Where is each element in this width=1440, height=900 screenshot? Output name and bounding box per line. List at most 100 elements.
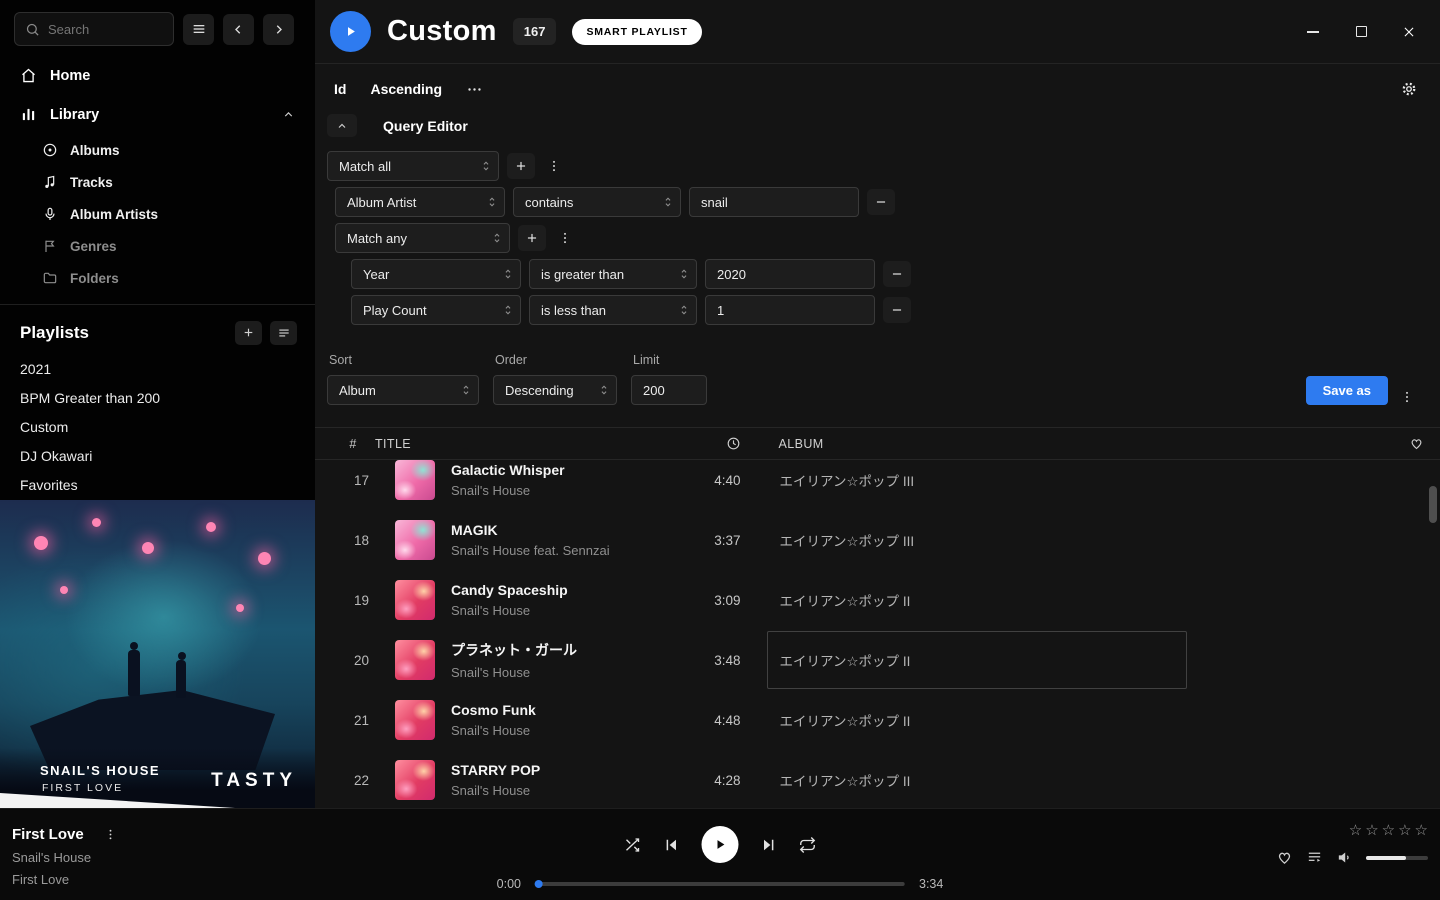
table-row[interactable]: 22 STARRY POP Snail's House 4:28 エイリアン☆ポ… — [315, 750, 1440, 808]
chevron-up-icon[interactable] — [282, 108, 295, 121]
duration-clock-icon[interactable] — [726, 436, 741, 451]
play-playlist-button[interactable] — [330, 11, 371, 52]
album-cell[interactable]: エイリアン☆ポップ II — [767, 751, 1187, 808]
column-header-number[interactable]: # — [331, 437, 375, 451]
queue-icon[interactable] — [1306, 849, 1323, 866]
playlist-item[interactable]: Custom — [0, 413, 315, 442]
table-row[interactable]: 18 MAGIK Snail's House feat. Sennzai 3:3… — [315, 510, 1440, 570]
album-art-thumbnail[interactable] — [395, 520, 435, 560]
sidebar-item-tracks[interactable]: Tracks — [0, 166, 315, 198]
table-row[interactable]: 17 Galactic Whisper Snail's House 4:40 エ… — [315, 460, 1440, 510]
scrollbar-thumb[interactable] — [1429, 486, 1437, 523]
playlist-item[interactable]: DJ Okawari — [0, 442, 315, 471]
remove-rule-button[interactable] — [867, 189, 895, 215]
rule-operator-select[interactable]: is greater than — [529, 259, 697, 289]
nav-back-button[interactable] — [223, 14, 254, 45]
sidebar-item-home[interactable]: Home — [0, 56, 315, 95]
rule-field-select[interactable]: Play Count — [351, 295, 521, 325]
more-options-icon[interactable] — [466, 81, 483, 98]
track-title[interactable]: STARRY POP — [439, 762, 677, 778]
match-select[interactable]: Match all — [327, 151, 499, 181]
sidebar-item-albums[interactable]: Albums — [0, 134, 315, 166]
track-artist[interactable]: Snail's House feat. Sennzai — [439, 543, 677, 558]
now-playing-album[interactable]: First Love — [12, 872, 121, 887]
table-row[interactable]: 19 Candy Spaceship Snail's House 3:09 エイ… — [315, 570, 1440, 630]
album-art-thumbnail[interactable] — [395, 640, 435, 680]
limit-input[interactable] — [631, 375, 707, 405]
now-playing-artist[interactable]: Snail's House — [12, 850, 121, 865]
playlist-list-button[interactable] — [270, 321, 297, 345]
add-playlist-button[interactable] — [235, 321, 262, 345]
favorite-heart-icon[interactable] — [1276, 849, 1293, 866]
shuffle-button[interactable] — [624, 836, 642, 854]
nav-forward-button[interactable] — [263, 14, 294, 45]
rule-field-select[interactable]: Album Artist — [335, 187, 505, 217]
next-track-button[interactable] — [760, 836, 778, 854]
group-options-kebab-icon[interactable] — [554, 230, 576, 246]
search-box[interactable] — [14, 12, 174, 46]
now-playing-kebab-icon[interactable] — [100, 827, 121, 842]
add-rule-button[interactable] — [507, 153, 535, 179]
repeat-button[interactable] — [799, 836, 817, 854]
track-artist[interactable]: Snail's House — [439, 665, 677, 680]
sidebar-item-genres[interactable]: Genres — [0, 230, 315, 262]
add-rule-button[interactable] — [518, 225, 546, 251]
column-header-album[interactable]: ALBUM — [775, 437, 1187, 451]
order-select[interactable]: Descending — [493, 375, 617, 405]
group-options-kebab-icon[interactable] — [543, 158, 565, 174]
track-title[interactable]: Candy Spaceship — [439, 582, 677, 598]
star-icon[interactable]: ☆ — [1349, 823, 1362, 838]
volume-slider[interactable] — [1366, 856, 1428, 860]
minimize-button[interactable] — [1304, 23, 1322, 41]
track-title[interactable]: MAGIK — [439, 522, 677, 538]
rule-value-input[interactable] — [705, 295, 875, 325]
sort-field-button[interactable]: Id — [334, 81, 346, 97]
rule-value-input[interactable] — [705, 259, 875, 289]
sidebar-item-library[interactable]: Library — [0, 95, 315, 134]
close-button[interactable] — [1400, 23, 1418, 41]
album-art-thumbnail[interactable] — [395, 700, 435, 740]
column-header-title[interactable]: TITLE — [375, 437, 677, 451]
album-cell[interactable]: エイリアン☆ポップ II — [767, 691, 1187, 749]
playlist-item[interactable]: Favorites — [0, 471, 315, 500]
play-pause-button[interactable] — [702, 826, 739, 863]
rule-value-input[interactable] — [689, 187, 859, 217]
search-input[interactable] — [48, 22, 163, 37]
star-icon[interactable]: ☆ — [1398, 823, 1411, 838]
maximize-button[interactable] — [1352, 23, 1370, 41]
sidebar-item-folders[interactable]: Folders — [0, 262, 315, 294]
rule-operator-select[interactable]: is less than — [529, 295, 697, 325]
album-cell[interactable]: エイリアン☆ポップ III — [767, 460, 1187, 509]
track-artist[interactable]: Snail's House — [439, 783, 677, 798]
collapse-query-editor-button[interactable] — [327, 114, 357, 137]
album-cell[interactable]: エイリアン☆ポップ II — [767, 571, 1187, 629]
rule-field-select[interactable]: Year — [351, 259, 521, 289]
track-title[interactable]: Galactic Whisper — [439, 462, 677, 478]
table-row[interactable]: 21 Cosmo Funk Snail's House 4:48 エイリアン☆ポ… — [315, 690, 1440, 750]
star-icon[interactable]: ☆ — [1415, 823, 1428, 838]
save-options-kebab-icon[interactable] — [1396, 389, 1418, 405]
sort-direction-button[interactable]: Ascending — [370, 81, 442, 97]
playlist-item[interactable]: 2021 — [0, 355, 315, 384]
volume-icon[interactable] — [1336, 849, 1353, 866]
seek-handle[interactable] — [535, 880, 543, 888]
favorite-heart-icon[interactable] — [1409, 436, 1424, 451]
star-icon[interactable]: ☆ — [1382, 823, 1395, 838]
track-artist[interactable]: Snail's House — [439, 723, 677, 738]
seek-bar[interactable] — [535, 882, 905, 886]
save-as-button[interactable]: Save as — [1306, 376, 1388, 405]
settings-gear-icon[interactable] — [1400, 80, 1418, 98]
album-cell[interactable]: エイリアン☆ポップ II — [767, 631, 1187, 689]
previous-track-button[interactable] — [663, 836, 681, 854]
match-select[interactable]: Match any — [335, 223, 510, 253]
album-art-thumbnail[interactable] — [395, 580, 435, 620]
remove-rule-button[interactable] — [883, 261, 911, 287]
album-cell[interactable]: エイリアン☆ポップ III — [767, 511, 1187, 569]
table-row[interactable]: 20 プラネット・ガール Snail's House 3:48 エイリアン☆ポッ… — [315, 630, 1440, 690]
track-title[interactable]: Cosmo Funk — [439, 702, 677, 718]
playlist-item[interactable]: BPM Greater than 200 — [0, 384, 315, 413]
star-icon[interactable]: ☆ — [1365, 823, 1378, 838]
menu-button[interactable] — [183, 14, 214, 45]
rule-operator-select[interactable]: contains — [513, 187, 681, 217]
track-artist[interactable]: Snail's House — [439, 483, 677, 498]
